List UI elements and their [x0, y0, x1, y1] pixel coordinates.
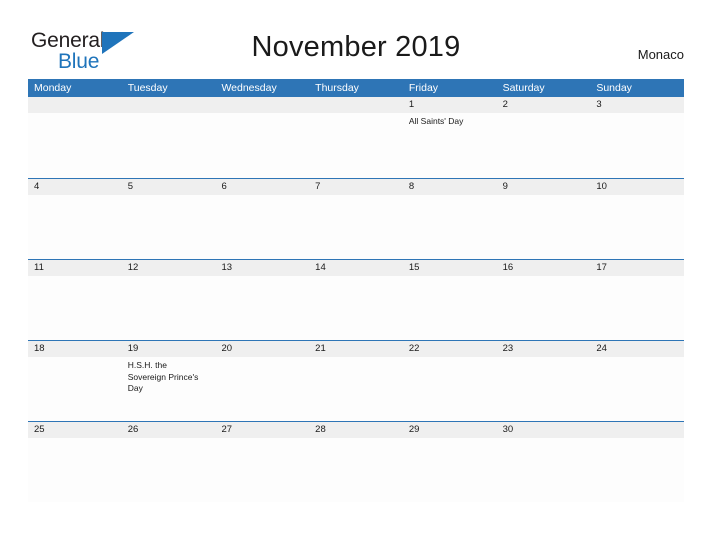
calendar-week-row: 25 26 27 28 29 30 [28, 421, 685, 502]
calendar-day-cell[interactable]: 7 [309, 179, 403, 259]
day-number: 17 [590, 260, 685, 276]
day-number: 30 [496, 422, 591, 438]
day-number [215, 97, 310, 113]
calendar-page: General Blue November 2019 Monaco Monday… [0, 0, 712, 550]
day-number: 10 [590, 179, 685, 195]
calendar-grid: Monday Tuesday Wednesday Thursday Friday… [28, 79, 685, 502]
calendar-day-cell[interactable]: 4 [28, 179, 122, 259]
day-number [121, 97, 216, 113]
calendar-day-cell[interactable]: 18 [28, 341, 122, 421]
day-number: 16 [496, 260, 591, 276]
day-events: H.S.H. the Sovereign Prince's Day [122, 357, 216, 395]
calendar-weeks: 1 All Saints' Day 2 3 4 5 6 7 8 9 10 11 12 13 14 15 16 17… [28, 97, 685, 502]
day-number: 4 [28, 179, 122, 195]
day-number: 5 [121, 179, 216, 195]
calendar-day-cell[interactable]: 19 H.S.H. the Sovereign Prince's Day [121, 341, 216, 421]
day-number: 22 [402, 341, 497, 357]
holiday-label: H.S.H. the Sovereign Prince's Day [127, 360, 199, 393]
calendar-day-cell[interactable]: 26 [121, 422, 216, 502]
day-number: 12 [121, 260, 216, 276]
locale-label: Monaco [637, 47, 684, 62]
holiday-label: All Saints' Day [408, 116, 464, 126]
weekday-header-wednesday: Wednesday [221, 82, 277, 94]
calendar-day-cell[interactable]: 1 All Saints' Day [402, 97, 497, 178]
calendar-day-cell[interactable]: 9 [496, 179, 591, 259]
day-number: 27 [215, 422, 310, 438]
weekday-header-row: Monday Tuesday Wednesday Thursday Friday… [28, 79, 684, 97]
day-number: 19 [121, 341, 216, 357]
weekday-header-saturday: Saturday [502, 82, 545, 94]
calendar-day-cell-empty [215, 97, 310, 178]
calendar-week-row: 1 All Saints' Day 2 3 [28, 97, 685, 178]
day-events: All Saints' Day [403, 113, 497, 128]
weekday-header-monday: Monday [34, 82, 72, 94]
day-number: 28 [309, 422, 403, 438]
calendar-day-cell[interactable]: 14 [309, 260, 403, 340]
calendar-day-cell[interactable]: 28 [309, 422, 403, 502]
calendar-day-cell[interactable]: 11 [28, 260, 122, 340]
day-number: 8 [402, 179, 497, 195]
calendar-day-cell[interactable]: 13 [215, 260, 310, 340]
calendar-day-cell[interactable]: 22 [402, 341, 497, 421]
day-number: 21 [309, 341, 403, 357]
weekday-header-friday: Friday [408, 82, 439, 94]
calendar-day-cell-empty [309, 97, 403, 178]
calendar-day-cell[interactable]: 8 [402, 179, 497, 259]
calendar-day-cell-empty [590, 422, 685, 502]
day-number [309, 97, 403, 113]
day-number: 20 [215, 341, 310, 357]
calendar-day-cell[interactable]: 3 [590, 97, 685, 178]
day-number: 9 [496, 179, 591, 195]
weekday-header-thursday: Thursday [315, 82, 359, 94]
calendar-day-cell[interactable]: 27 [215, 422, 310, 502]
calendar-day-cell[interactable]: 6 [215, 179, 310, 259]
day-number: 26 [121, 422, 216, 438]
day-number: 13 [215, 260, 310, 276]
calendar-day-cell[interactable]: 17 [590, 260, 685, 340]
day-number [590, 422, 685, 438]
day-number: 15 [402, 260, 497, 276]
calendar-day-cell[interactable]: 21 [309, 341, 403, 421]
calendar-day-cell-empty [28, 97, 122, 178]
day-number: 14 [309, 260, 403, 276]
calendar-week-row: 11 12 13 14 15 16 17 [28, 259, 685, 340]
day-number: 6 [215, 179, 310, 195]
calendar-day-cell[interactable]: 2 [496, 97, 591, 178]
day-number [28, 97, 122, 113]
calendar-day-cell[interactable]: 25 [28, 422, 122, 502]
page-title: November 2019 [251, 31, 461, 63]
day-number: 11 [28, 260, 122, 276]
day-number: 23 [496, 341, 591, 357]
calendar-day-cell[interactable]: 24 [590, 341, 685, 421]
day-number: 25 [28, 422, 122, 438]
day-number: 3 [590, 97, 685, 113]
day-number: 1 [402, 97, 497, 113]
weekday-header-tuesday: Tuesday [127, 82, 168, 94]
calendar-week-row: 4 5 6 7 8 9 10 [28, 178, 685, 259]
day-number: 2 [496, 97, 591, 113]
calendar-day-cell[interactable]: 15 [402, 260, 497, 340]
calendar-day-cell[interactable]: 20 [215, 341, 310, 421]
day-number: 7 [309, 179, 403, 195]
calendar-day-cell[interactable]: 30 [496, 422, 591, 502]
day-number: 29 [402, 422, 497, 438]
calendar-day-cell[interactable]: 29 [402, 422, 497, 502]
day-number: 18 [28, 341, 122, 357]
calendar-day-cell-empty [121, 97, 216, 178]
day-number: 24 [590, 341, 685, 357]
calendar-day-cell[interactable]: 5 [121, 179, 216, 259]
calendar-day-cell[interactable]: 23 [496, 341, 591, 421]
calendar-week-row: 18 19 H.S.H. the Sovereign Prince's Day 20 2… [28, 340, 685, 421]
weekday-header-sunday: Sunday [596, 82, 632, 94]
page-header: General Blue November 2019 Monaco [0, 0, 712, 79]
calendar-day-cell[interactable]: 10 [590, 179, 685, 259]
calendar-day-cell[interactable]: 16 [496, 260, 591, 340]
calendar-day-cell[interactable]: 12 [121, 260, 216, 340]
